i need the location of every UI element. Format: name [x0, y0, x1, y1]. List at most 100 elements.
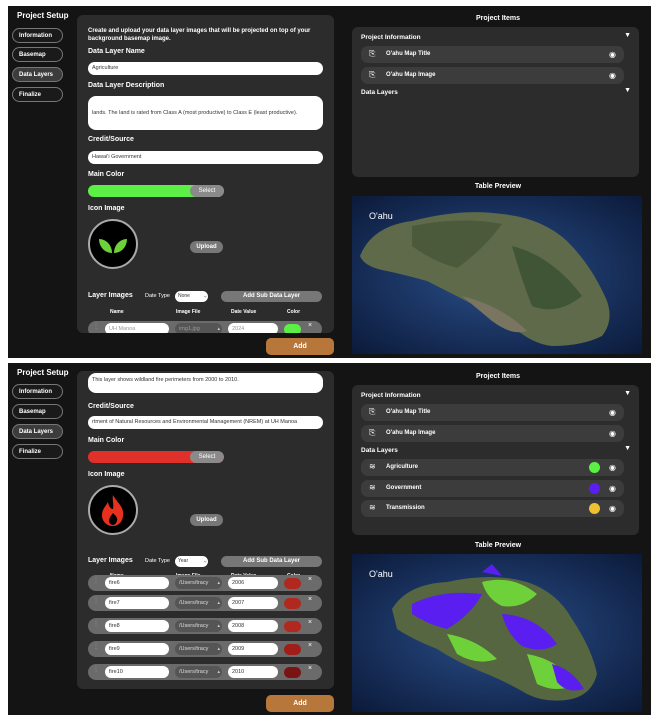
row-color-swatch[interactable] — [284, 598, 301, 609]
project-item[interactable]: ⎘ O'ahu Map Image ◉ — [361, 425, 624, 442]
drag-handle-icon[interactable]: ⋮ — [93, 666, 99, 673]
add-button[interactable]: Add — [266, 695, 334, 712]
remove-row-icon[interactable]: × — [308, 576, 312, 583]
main-color-label: Main Color — [88, 171, 125, 178]
credit-input[interactable]: Hawai'i Government — [88, 151, 323, 164]
visibility-eye-icon[interactable]: ◉ — [609, 484, 616, 493]
project-items-title: Project Items — [476, 373, 520, 380]
row-date-input[interactable]: 2009 — [228, 643, 278, 655]
row-file-select[interactable]: /Users/tracy — [175, 577, 222, 589]
row-color-swatch[interactable] — [284, 578, 301, 589]
row-name-input[interactable]: fire6 — [105, 577, 169, 589]
row-name-input[interactable]: fire10 — [105, 666, 169, 678]
visibility-eye-icon[interactable]: ◉ — [609, 408, 616, 417]
project-item-label: O'ahu Map Image — [386, 430, 436, 436]
remove-row-icon[interactable]: × — [308, 642, 312, 649]
row-date-input[interactable]: 2010 — [228, 666, 278, 678]
row-color-swatch[interactable] — [284, 324, 301, 333]
data-layers-header[interactable]: Data Layers — [361, 447, 398, 454]
row-name-input[interactable]: fire7 — [105, 597, 169, 609]
table-row: ⋮ fire9 /Users/tracy 2009 × — [88, 641, 322, 657]
row-color-swatch[interactable] — [284, 667, 301, 678]
layer-name-input[interactable]: Agriculture — [88, 62, 323, 75]
add-sub-data-layer-button[interactable]: Add Sub Data Layer — [221, 291, 322, 302]
row-name-input[interactable]: UH Manoa — [105, 323, 169, 333]
row-color-swatch[interactable] — [284, 644, 301, 655]
row-name-input[interactable]: fire8 — [105, 620, 169, 632]
layer-images-label: Layer Images — [88, 557, 133, 564]
visibility-eye-icon[interactable]: ◉ — [609, 50, 616, 59]
select-color-button[interactable]: Select — [190, 451, 224, 463]
project-items-title: Project Items — [476, 15, 520, 22]
collapse-icon[interactable]: ▼ — [624, 390, 631, 397]
remove-row-icon[interactable]: × — [308, 322, 312, 329]
credit-input[interactable]: rtment of Natural Resources and Environm… — [88, 416, 323, 429]
sidebar-item-information[interactable]: Information — [12, 384, 63, 399]
upload-button[interactable]: Upload — [190, 241, 223, 253]
visibility-eye-icon[interactable]: ◉ — [609, 71, 616, 80]
drag-handle-icon[interactable]: ⋮ — [93, 620, 99, 627]
project-item-label: O'ahu Map Title — [386, 409, 431, 415]
project-item[interactable]: ⎘ O'ahu Map Image ◉ — [361, 67, 624, 84]
sidebar-item-finalize[interactable]: Finalize — [12, 444, 63, 459]
drag-handle-icon[interactable]: ⋮ — [93, 577, 99, 584]
data-layer-item[interactable]: ≋ Government ◉ — [361, 480, 624, 497]
date-type-select[interactable]: Year — [175, 556, 208, 567]
date-type-select[interactable]: None — [175, 291, 208, 302]
add-button[interactable]: Add — [266, 338, 334, 355]
select-color-button[interactable]: Select — [190, 185, 224, 197]
data-layers-header[interactable]: Data Layers — [361, 89, 398, 96]
project-info-header[interactable]: Project Information — [361, 34, 421, 41]
visibility-eye-icon[interactable]: ◉ — [609, 463, 616, 472]
icon-image-label: Icon Image — [88, 205, 125, 212]
drag-handle-icon[interactable]: ⋮ — [93, 323, 99, 330]
collapse-icon[interactable]: ▼ — [624, 32, 631, 39]
sidebar-item-basemap[interactable]: Basemap — [12, 404, 63, 419]
data-layer-item[interactable]: ≋ Transmission ◉ — [361, 500, 624, 517]
main-color-label: Main Color — [88, 437, 125, 444]
icon-image-label: Icon Image — [88, 471, 125, 478]
visibility-eye-icon[interactable]: ◉ — [609, 429, 616, 438]
description-textarea[interactable]: lands. The land is rated from Class A (m… — [88, 96, 323, 130]
data-layer-label: Government — [386, 485, 422, 491]
description-textarea[interactable]: This layer shows wildland fire perimeter… — [88, 373, 323, 393]
sidebar-item-information[interactable]: Information — [12, 28, 63, 43]
remove-row-icon[interactable]: × — [308, 665, 312, 672]
project-item[interactable]: ⎘ O'ahu Map Title ◉ — [361, 46, 624, 63]
row-file-select[interactable]: /Users/tracy — [175, 643, 222, 655]
table-row: ⋮ fire10 /Users/tracy 2010 × — [88, 664, 322, 680]
row-color-swatch[interactable] — [284, 621, 301, 632]
row-date-input[interactable]: 2008 — [228, 620, 278, 632]
row-file-select[interactable]: /Users/tracy — [175, 620, 222, 632]
row-name-input[interactable]: fire9 — [105, 643, 169, 655]
main-color-bar[interactable]: Select — [88, 185, 224, 197]
drag-handle-icon[interactable]: ⋮ — [93, 597, 99, 604]
row-date-input[interactable]: 2006 — [228, 577, 278, 589]
remove-row-icon[interactable]: × — [308, 619, 312, 626]
collapse-icon[interactable]: ▼ — [624, 445, 631, 452]
add-sub-data-layer-button[interactable]: Add Sub Data Layer — [221, 556, 322, 567]
data-layer-form: Create and upload your data layer images… — [77, 15, 334, 333]
row-file-select[interactable]: /Users/tracy — [175, 666, 222, 678]
drag-handle-icon[interactable]: ⋮ — [93, 643, 99, 650]
row-file-select[interactable]: /Users/tracy — [175, 597, 222, 609]
oahu-map-image — [352, 554, 642, 712]
upload-button[interactable]: Upload — [190, 514, 223, 526]
visibility-eye-icon[interactable]: ◉ — [609, 504, 616, 513]
main-color-bar[interactable]: Select — [88, 451, 224, 463]
sidebar-item-basemap[interactable]: Basemap — [12, 47, 63, 62]
sidebar-item-finalize[interactable]: Finalize — [12, 87, 63, 102]
collapse-icon[interactable]: ▼ — [624, 87, 631, 94]
sidebar-item-data-layers[interactable]: Data Layers — [12, 67, 63, 82]
data-layer-item[interactable]: ≋ Agriculture ◉ — [361, 459, 624, 476]
row-date-input[interactable]: 2024 — [228, 323, 278, 333]
row-file-select[interactable]: img1.jpg — [175, 323, 222, 333]
column-color: Color — [287, 309, 301, 315]
sidebar-item-data-layers[interactable]: Data Layers — [12, 424, 63, 439]
map-label: O'ahu — [369, 211, 393, 221]
remove-row-icon[interactable]: × — [308, 596, 312, 603]
oahu-map-image — [352, 196, 642, 354]
project-info-header[interactable]: Project Information — [361, 392, 421, 399]
project-item[interactable]: ⎘ O'ahu Map Title ◉ — [361, 404, 624, 421]
row-date-input[interactable]: 2007 — [228, 597, 278, 609]
